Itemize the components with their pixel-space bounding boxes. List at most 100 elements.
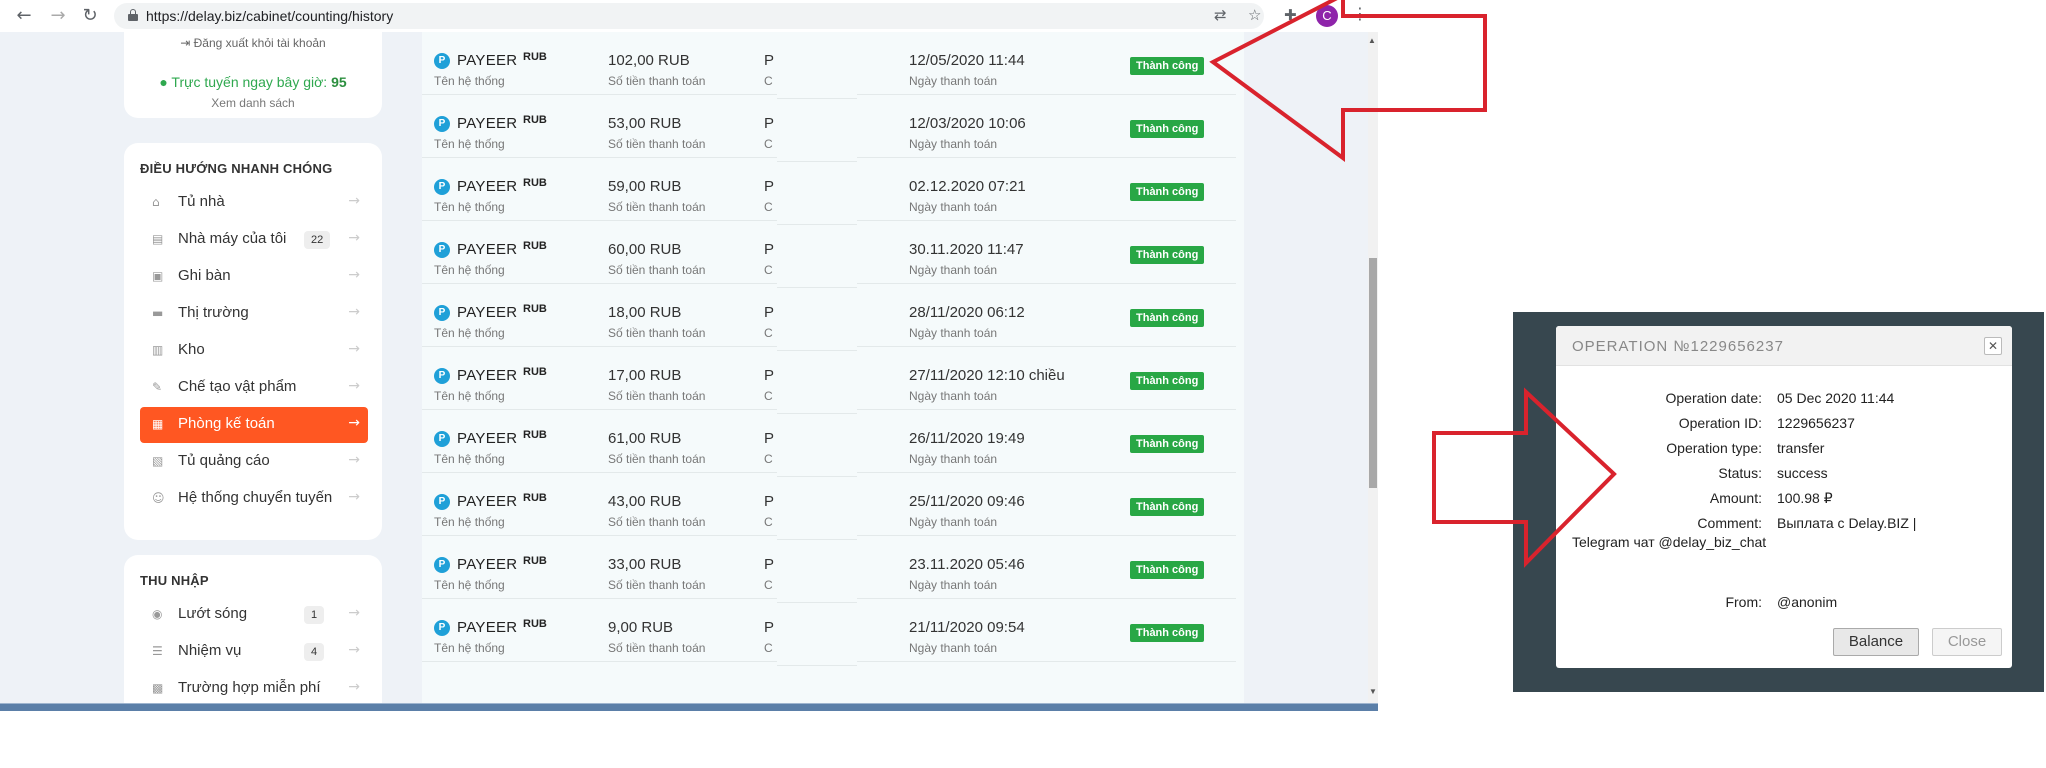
field-value: success [1777,465,1828,481]
system-sublabel: Tên hệ thống [434,74,505,88]
star-icon[interactable]: ☆ [1248,6,1261,24]
masked-row-line [777,161,857,162]
payeer-icon: P [434,368,450,384]
sidebar-item[interactable]: ▧ Tủ quảng cáo → [140,444,368,480]
payment-date: 30.11.2020 11:47 [909,241,1024,258]
payment-amount: 33,00 RUB [608,556,682,573]
sidebar-item[interactable]: ✎ Chế tạo vật phẩm → [140,370,368,406]
payment-system: PAYEER [457,367,518,384]
page-scrollbar[interactable]: ▲ ▼ [1368,32,1378,711]
payment-system: PAYEER [457,52,518,69]
status-badge: Thành công [1130,120,1205,138]
scroll-up-icon[interactable]: ▲ [1368,36,1376,45]
status-badge: Thành công [1130,183,1205,201]
scroll-down-icon[interactable]: ▼ [1369,687,1377,696]
balance-button[interactable]: Balance [1833,628,1919,656]
system-sublabel: Tên hệ thống [434,389,505,403]
sidebar-item[interactable]: ☰ Nhiệm vụ 4 → [140,634,368,670]
operation-modal: OPERATION №1229656237 ✕ Operation date: 0… [1556,326,2012,668]
nav-item-icon: ▬ [152,306,164,320]
date-sublabel: Ngày thanh toán [909,326,998,340]
extensions-icon[interactable]: ✚ [1284,6,1297,24]
online-counter[interactable]: ● Trực tuyến ngay bây giờ: 95 [124,74,382,90]
sidebar-item[interactable]: ◉ Lướt sóng 1 → [140,597,368,633]
masked-wallet: P [764,619,775,636]
payeer-icon: P [434,179,450,195]
sidebar-item[interactable]: ▩ Trường hợp miễn phí → [140,671,368,707]
field-value: 1229656237 [1777,415,1855,431]
view-list-link[interactable]: Xem danh sách [124,96,382,110]
logout-link[interactable]: ⇥ Đăng xuất khỏi tài khoản [124,36,382,50]
quick-nav-heading: ĐIỀU HƯỚNG NHANH CHÓNG [140,161,333,176]
masked-row-line [777,350,857,351]
nav-item-icon: ▦ [152,417,164,431]
payeer-icon: P [434,494,450,510]
sidebar-item[interactable]: ▤ Nhà máy của tôi 22 → [140,222,368,258]
nav-item-icon: ▤ [152,232,164,246]
payment-currency: RUB [523,492,547,504]
status-badge: Thành công [1130,246,1205,264]
income-heading: THU NHẬP [140,573,209,588]
close-icon[interactable]: ✕ [1984,337,2002,355]
payment-amount: 60,00 RUB [608,241,682,258]
payment-system: PAYEER [457,619,518,636]
quick-nav-card: ĐIỀU HƯỚNG NHANH CHÓNG ⌂ Tủ nhà → ▤ Nhà máy … [124,143,382,540]
online-label: Trực tuyến ngay bây giờ: [171,74,328,90]
field-label: Operation date: [1665,390,1762,406]
sidebar-item-label: Kho [178,341,205,358]
payment-date: 28/11/2020 06:12 [909,304,1025,321]
menu-icon[interactable]: ⋮ [1352,4,1368,23]
system-sublabel: Tên hệ thống [434,263,505,277]
masked-wallet-sub: C [764,578,773,592]
sidebar-item[interactable]: ▣ Ghi bàn → [140,259,368,295]
reload-icon[interactable]: ↻ [78,4,102,28]
nav-item-icon: ✎ [152,380,163,394]
payment-date: 27/11/2020 12:10 chiều [909,367,1065,384]
masked-row-line [777,287,857,288]
os-taskbar [0,703,1378,711]
close-button[interactable]: Close [1932,628,2002,656]
payment-amount: 18,00 RUB [608,304,682,321]
url-text[interactable]: https://delay.biz/cabinet/counting/histo… [146,8,393,24]
date-sublabel: Ngày thanh toán [909,389,998,403]
sidebar-item[interactable]: ▥ Kho → [140,333,368,369]
field-label: Amount: [1709,490,1762,506]
arrow-right-icon: → [348,489,360,505]
payment-system: PAYEER [457,304,518,321]
url-box[interactable]: https://delay.biz/cabinet/counting/histo… [114,3,1264,29]
online-count: 95 [331,74,347,90]
profile-avatar[interactable]: C [1316,5,1338,27]
sidebar-item[interactable]: ☺ Hệ thống chuyển tuyến → [140,481,368,517]
payment-currency: RUB [523,51,547,63]
payment-amount: 43,00 RUB [608,493,682,510]
scroll-thumb[interactable] [1369,258,1377,488]
date-sublabel: Ngày thanh toán [909,200,998,214]
date-sublabel: Ngày thanh toán [909,452,998,466]
nav-item-icon: ☰ [152,644,163,658]
arrow-right-icon: → [348,605,360,621]
online-dot-icon: ● [159,74,168,90]
arrow-right-icon: → [348,230,360,246]
sidebar-item-label: Phòng kế toán [178,415,275,432]
forward-icon[interactable]: → [46,4,70,28]
payment-date: 23.11.2020 05:46 [909,556,1025,573]
masked-wallet-sub: C [764,74,773,88]
sidebar-item-label: Trường hợp miễn phí [178,679,321,696]
translate-icon[interactable]: ⇄ [1214,6,1227,24]
status-badge: Thành công [1130,561,1205,579]
sidebar-item[interactable]: ▦ Phòng kế toán → [140,407,368,443]
system-sublabel: Tên hệ thống [434,641,505,655]
masked-wallet: P [764,430,775,447]
sidebar-item[interactable]: ▬ Thị trường → [140,296,368,332]
masked-wallet: P [764,493,775,510]
sidebar-item[interactable]: ⌂ Tủ nhà → [140,185,368,221]
masked-row-line [777,602,857,603]
payment-system: PAYEER [457,556,518,573]
payeer-icon: P [434,620,450,636]
amount-sublabel: Số tiền thanh toán [608,641,706,655]
back-icon[interactable]: ← [12,4,36,28]
payment-currency: RUB [523,429,547,441]
masked-wallet: P [764,178,775,195]
nav-item-icon: ☺ [152,491,165,505]
amount-sublabel: Số tiền thanh toán [608,263,706,277]
